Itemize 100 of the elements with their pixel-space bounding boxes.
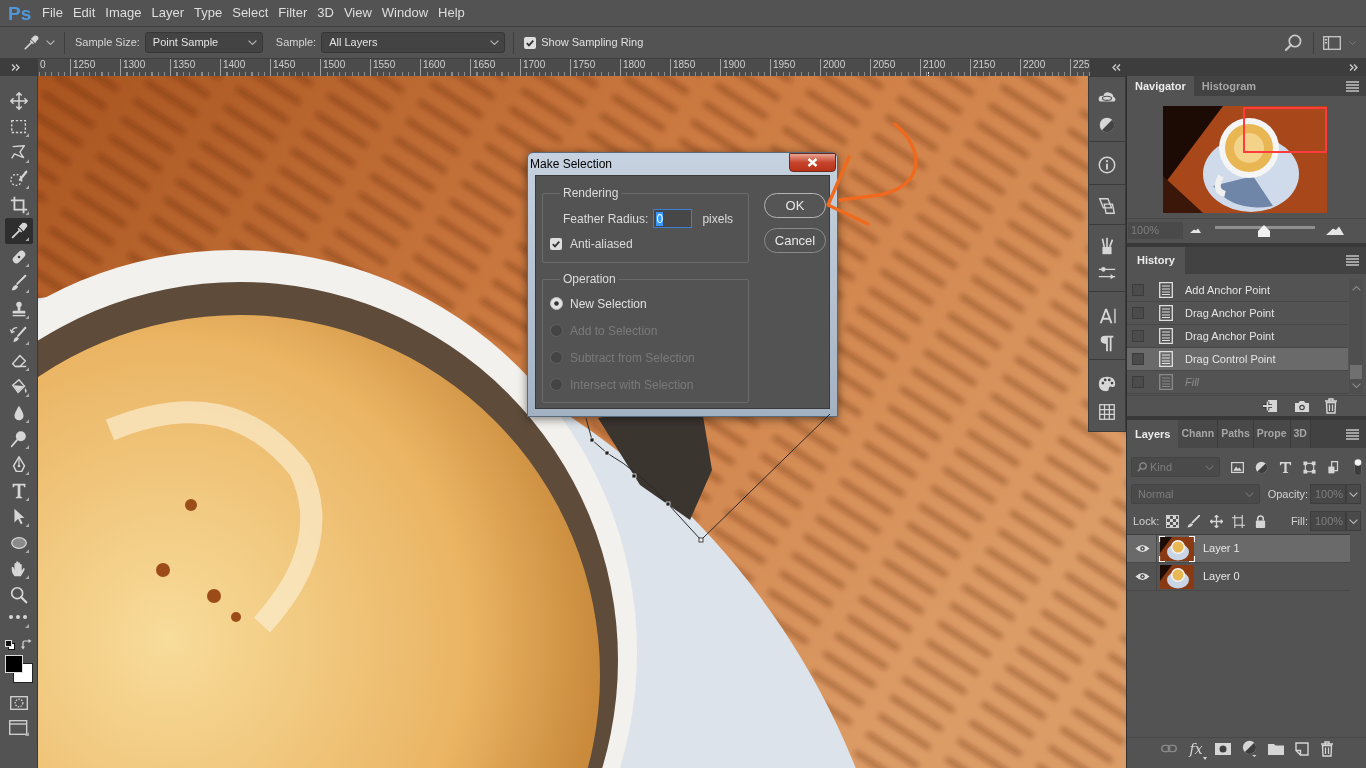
panel-tab[interactable]: Navigator bbox=[1127, 76, 1194, 96]
ruler-label: 2100 bbox=[923, 59, 946, 70]
checkbox[interactable] bbox=[550, 238, 562, 250]
menu-item[interactable]: Filter bbox=[273, 2, 313, 24]
menu-icon[interactable] bbox=[1346, 80, 1359, 92]
quick-mask-icon[interactable] bbox=[9, 696, 28, 710]
lock-icon[interactable] bbox=[1254, 514, 1268, 528]
filter-toggle-switch[interactable] bbox=[1354, 458, 1362, 476]
scrollbar[interactable] bbox=[1349, 279, 1363, 394]
menu-item[interactable]: Layer bbox=[146, 2, 190, 24]
menu-item[interactable]: Help bbox=[433, 2, 470, 24]
dialog-button[interactable]: Cancel bbox=[764, 228, 826, 253]
layer-row[interactable]: Layer 1 bbox=[1127, 535, 1350, 563]
swap-icon[interactable] bbox=[20, 639, 32, 650]
palette-icon[interactable] bbox=[1097, 374, 1117, 394]
zoom-in-icon[interactable] bbox=[1326, 226, 1344, 235]
panel-tab[interactable]: Histogram bbox=[1193, 76, 1265, 96]
foreground-background-icon[interactable] bbox=[4, 655, 33, 683]
panel-tab[interactable]: 3D bbox=[1290, 420, 1311, 448]
snapshot-checkbox[interactable] bbox=[1132, 353, 1144, 365]
history-item[interactable]: Add Anchor Point bbox=[1127, 279, 1348, 302]
ruler-label: 1250 bbox=[73, 59, 96, 70]
expand-icon[interactable] bbox=[11, 64, 20, 71]
brush-icon[interactable] bbox=[1187, 514, 1201, 528]
eye-icon[interactable] bbox=[1135, 544, 1150, 553]
menu-item[interactable]: 3D bbox=[312, 2, 339, 24]
default-colors-icon[interactable] bbox=[4, 640, 15, 650]
sample-size-dropdown[interactable]: Point Sample bbox=[144, 32, 263, 53]
smart-object-filter-icon[interactable] bbox=[1327, 460, 1340, 474]
expand-icon[interactable] bbox=[1349, 64, 1358, 71]
checkerboard-icon[interactable] bbox=[1166, 514, 1180, 528]
info-icon[interactable] bbox=[1097, 155, 1117, 175]
screen-mode-icon[interactable] bbox=[8, 720, 29, 736]
trash-icon[interactable] bbox=[1324, 398, 1338, 414]
zoom-slider[interactable] bbox=[1215, 224, 1315, 237]
folder-icon[interactable] bbox=[1268, 742, 1284, 755]
dialog-button[interactable]: OK bbox=[764, 193, 826, 218]
search-icon[interactable] bbox=[1285, 34, 1302, 51]
adjustment-filter-icon[interactable] bbox=[1255, 460, 1268, 474]
workspace-icon[interactable] bbox=[1323, 35, 1341, 50]
adjustment-icon[interactable] bbox=[1242, 740, 1257, 757]
shape-filter-icon[interactable] bbox=[1303, 460, 1316, 474]
collapse-icon[interactable] bbox=[1112, 64, 1121, 71]
mask-icon[interactable] bbox=[1215, 742, 1231, 755]
menu-item[interactable]: Type bbox=[189, 2, 228, 24]
grid-icon[interactable] bbox=[1097, 402, 1117, 422]
panel-tab[interactable]: Paths bbox=[1218, 420, 1254, 448]
feather-radius-field[interactable]: 0 bbox=[653, 209, 693, 228]
camera-icon[interactable] bbox=[1294, 399, 1310, 413]
document-plus-icon[interactable] bbox=[1262, 399, 1278, 413]
ruler-label: 0 bbox=[40, 59, 46, 70]
ruler-label: 2150 bbox=[973, 59, 996, 70]
sample-dropdown[interactable]: All Layers bbox=[321, 32, 506, 53]
panel-tab[interactable]: Layers bbox=[1127, 420, 1179, 448]
move-icon[interactable] bbox=[1210, 514, 1224, 528]
sample-label: Sample: bbox=[275, 35, 317, 51]
image-filter-icon[interactable] bbox=[1231, 460, 1244, 474]
scrollbar-thumb[interactable] bbox=[1350, 365, 1362, 379]
panel-tab[interactable]: History bbox=[1127, 247, 1185, 274]
checkbox-label: Show Sampling Ring bbox=[541, 35, 644, 51]
menu-icon[interactable] bbox=[1346, 428, 1359, 440]
menu-item[interactable]: Window bbox=[376, 2, 434, 24]
zoom-out-icon[interactable] bbox=[1190, 228, 1201, 233]
type-filter-icon[interactable] bbox=[1279, 460, 1292, 474]
history-item[interactable]: Drag Control Point bbox=[1127, 348, 1348, 371]
menu-item[interactable]: View bbox=[338, 2, 377, 24]
slider-thumb[interactable] bbox=[1258, 224, 1270, 237]
eye-icon[interactable] bbox=[1135, 572, 1150, 581]
menu-item[interactable]: Edit bbox=[67, 2, 101, 24]
history-item[interactable]: Drag Anchor Point bbox=[1127, 302, 1348, 325]
dropdown-button[interactable] bbox=[1346, 511, 1361, 531]
caret-icon[interactable] bbox=[46, 40, 55, 45]
radio-button[interactable] bbox=[550, 297, 563, 310]
ruler-label: 1800 bbox=[623, 59, 646, 70]
menu-item[interactable]: Image bbox=[100, 2, 147, 24]
menu-icon[interactable] bbox=[1346, 255, 1359, 266]
pages-icon[interactable] bbox=[1097, 196, 1117, 216]
trash-icon[interactable] bbox=[1320, 740, 1334, 757]
menu-item[interactable]: Select bbox=[227, 2, 274, 24]
dropdown-button[interactable] bbox=[1346, 484, 1361, 504]
page-icon[interactable] bbox=[1295, 741, 1309, 756]
character-icon[interactable] bbox=[1097, 306, 1117, 326]
layer-thumbnail-drawing bbox=[1159, 563, 1195, 590]
eyedropper-tool[interactable] bbox=[4, 218, 33, 244]
ruler-label: 1400 bbox=[223, 59, 246, 70]
panel-tab[interactable]: Chann bbox=[1178, 420, 1219, 448]
menu-item[interactable]: File bbox=[37, 2, 68, 24]
panel-tab[interactable]: Prope bbox=[1253, 420, 1291, 448]
close-icon bbox=[807, 158, 818, 167]
adjustments-icon[interactable] bbox=[1097, 115, 1117, 135]
effects-button[interactable]: fx bbox=[1188, 739, 1204, 758]
layer-row[interactable]: Layer 0 bbox=[1127, 563, 1350, 591]
checkbox[interactable] bbox=[524, 36, 537, 49]
foam-bubble bbox=[156, 563, 170, 577]
ruler-label: 1900 bbox=[723, 59, 746, 70]
eyedropper-icon[interactable] bbox=[22, 33, 40, 52]
frame-icon[interactable] bbox=[1232, 514, 1246, 528]
view-rectangle[interactable] bbox=[1243, 107, 1327, 153]
close-button[interactable] bbox=[789, 153, 836, 172]
ruler-label: 1500 bbox=[323, 59, 346, 70]
